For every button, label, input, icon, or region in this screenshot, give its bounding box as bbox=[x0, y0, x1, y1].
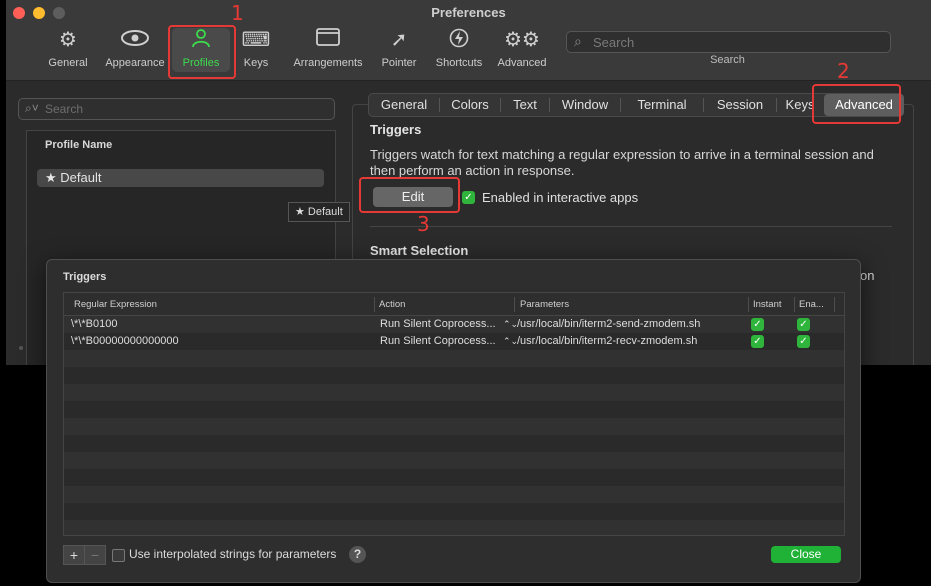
divider bbox=[370, 226, 892, 227]
tab-general[interactable]: General bbox=[369, 94, 439, 116]
chevron-updown-icon[interactable]: ⌃⌄ bbox=[503, 319, 518, 330]
col-enabled[interactable]: Ena... bbox=[799, 299, 824, 310]
help-button[interactable]: ? bbox=[349, 546, 366, 563]
cell-parameters[interactable]: /usr/local/bin/iterm2-recv-zmodem.sh bbox=[517, 335, 697, 347]
gears-icon: ⚙⚙ bbox=[504, 29, 540, 51]
col-parameters[interactable]: Parameters bbox=[520, 299, 569, 310]
instant-checkbox[interactable]: ✓ bbox=[751, 318, 764, 331]
triggers-heading: Triggers bbox=[370, 122, 422, 137]
toolbar-appearance-label: Appearance bbox=[105, 57, 165, 69]
col-instant[interactable]: Instant bbox=[753, 299, 782, 310]
cell-regex[interactable]: \*\*B00000000000000 bbox=[71, 335, 179, 347]
tab-window[interactable]: Window bbox=[550, 94, 620, 116]
col-action[interactable]: Action bbox=[379, 299, 405, 310]
resize-dot bbox=[19, 346, 23, 350]
cell-parameters[interactable]: /usr/local/bin/iterm2-send-zmodem.sh bbox=[517, 318, 700, 330]
instant-checkbox[interactable]: ✓ bbox=[751, 335, 764, 348]
table-row[interactable]: \*\*B0100 Run Silent Coprocess... ⌃⌄ /us… bbox=[64, 316, 844, 333]
annotation-number-2: 2 bbox=[837, 59, 850, 83]
add-trigger-button[interactable]: + bbox=[63, 545, 85, 565]
enabled-checkbox[interactable]: ✓ bbox=[797, 318, 810, 331]
window-icon bbox=[286, 28, 370, 52]
search-icon: ⌕˅ bbox=[25, 101, 39, 115]
tab-session[interactable]: Session bbox=[704, 94, 776, 116]
enabled-checkbox[interactable]: ✓ bbox=[797, 335, 810, 348]
toolbar-arrangements[interactable]: Arrangements bbox=[286, 28, 370, 72]
toolbar-arrangements-label: Arrangements bbox=[293, 57, 363, 69]
cell-regex[interactable]: \*\*B0100 bbox=[71, 318, 117, 330]
annotation-number-3: 3 bbox=[417, 212, 430, 236]
profile-search-input[interactable]: ⌕˅ Search bbox=[18, 98, 335, 120]
toolbar-keys[interactable]: ⌨ Keys bbox=[234, 28, 278, 72]
toolbar-search-placeholder: Search bbox=[593, 35, 635, 50]
table-row[interactable]: \*\*B00000000000000 Run Silent Coprocess… bbox=[64, 333, 844, 350]
profile-row-default[interactable]: ★ Default bbox=[37, 169, 324, 187]
profile-row-label: ★ Default bbox=[45, 170, 102, 185]
toolbar: Preferences ⚙ General Appearance Profile… bbox=[6, 0, 931, 81]
sheet-title: Triggers bbox=[63, 271, 107, 283]
remove-trigger-button[interactable]: − bbox=[84, 545, 106, 565]
toolbar-pointer-label: Pointer bbox=[381, 57, 417, 69]
annotation-box-edit bbox=[359, 177, 460, 213]
toolbar-appearance[interactable]: Appearance bbox=[99, 28, 171, 72]
toolbar-shortcuts[interactable]: Shortcuts bbox=[430, 28, 488, 72]
eye-icon bbox=[99, 28, 171, 52]
gear-icon: ⚙ bbox=[59, 29, 77, 51]
cell-action[interactable]: Run Silent Coprocess... bbox=[380, 318, 496, 330]
keyboard-icon: ⌨ bbox=[241, 29, 271, 51]
toolbar-shortcuts-label: Shortcuts bbox=[435, 57, 483, 69]
smart-selection-heading: Smart Selection bbox=[370, 243, 469, 258]
bolt-icon bbox=[430, 28, 488, 52]
toolbar-search-input[interactable]: ⌕ Search bbox=[566, 31, 891, 53]
enabled-interactive-label: Enabled in interactive apps bbox=[482, 190, 639, 205]
triggers-description: Triggers watch for text matching a regul… bbox=[370, 147, 874, 178]
col-regex[interactable]: Regular Expression bbox=[74, 299, 157, 310]
search-icon: ⌕ bbox=[574, 33, 582, 49]
profile-name-header: Profile Name bbox=[45, 139, 113, 151]
partially-hidden-text: on bbox=[860, 268, 875, 283]
table-header: Regular Expression Action Parameters Ins… bbox=[64, 293, 844, 316]
toolbar-general-label: General bbox=[48, 57, 88, 69]
toolbar-advanced-label: Advanced bbox=[497, 57, 547, 69]
tab-colors[interactable]: Colors bbox=[440, 94, 500, 116]
profile-search-placeholder: Search bbox=[45, 102, 84, 116]
interpolated-strings-label: Use interpolated strings for parameters bbox=[129, 547, 337, 561]
toolbar-keys-label: Keys bbox=[243, 57, 269, 69]
annotation-box-profiles bbox=[168, 25, 236, 79]
chevron-updown-icon[interactable]: ⌃⌄ bbox=[503, 336, 518, 347]
tab-text[interactable]: Text bbox=[501, 94, 549, 116]
window-title: Preferences bbox=[431, 5, 506, 20]
toolbar-advanced[interactable]: ⚙⚙ Advanced bbox=[494, 28, 550, 72]
tab-terminal[interactable]: Terminal bbox=[621, 94, 703, 116]
toolbar-general[interactable]: ⚙ General bbox=[42, 28, 94, 72]
interpolated-strings-checkbox[interactable] bbox=[112, 549, 125, 562]
triggers-sheet: Triggers Regular Expression Action Param… bbox=[46, 259, 861, 583]
triggers-table: Regular Expression Action Parameters Ins… bbox=[63, 292, 845, 536]
cell-action[interactable]: Run Silent Coprocess... bbox=[380, 335, 496, 347]
sheet-footer: + − Use interpolated strings for paramet… bbox=[63, 545, 843, 567]
enabled-interactive-checkbox[interactable]: ✓ bbox=[462, 191, 475, 204]
close-button[interactable]: Close bbox=[771, 546, 841, 563]
annotation-number-1: 1 bbox=[231, 1, 244, 25]
toolbar-pointer[interactable]: ➚ Pointer bbox=[374, 28, 424, 72]
drag-tag-default: ★ Default bbox=[288, 202, 350, 222]
annotation-box-advanced bbox=[812, 84, 901, 124]
pointer-icon: ➚ bbox=[390, 29, 408, 51]
